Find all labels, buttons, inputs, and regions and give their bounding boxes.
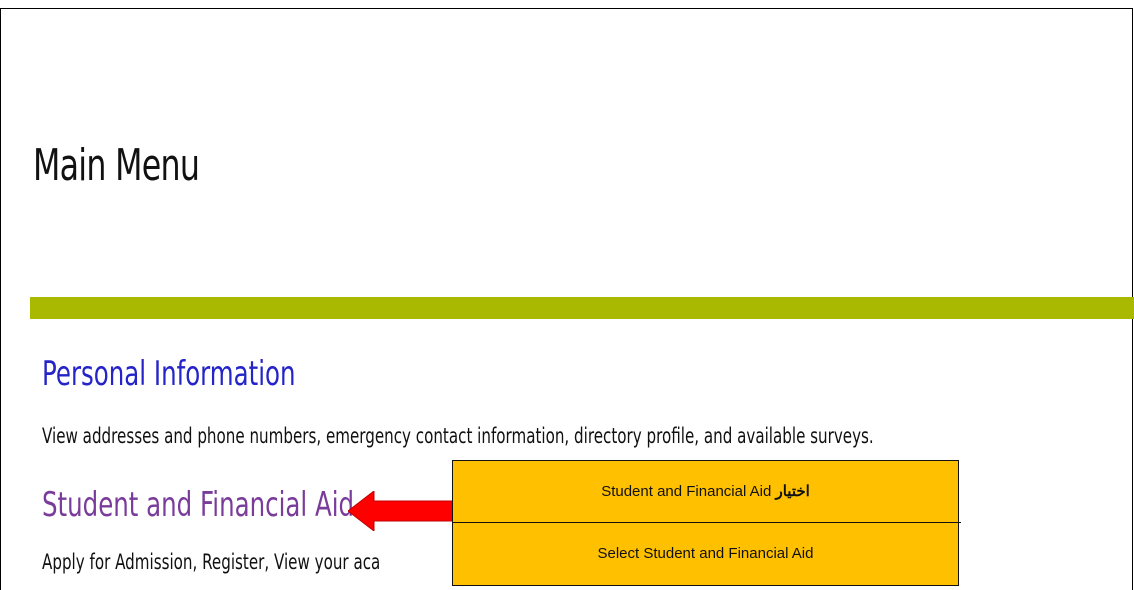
- menu-description-student-financial-aid: Apply for Admission, Register, View your…: [42, 550, 381, 574]
- callout-english-fragment: Student and Financial Aid: [601, 483, 772, 500]
- page-title: Main Menu: [33, 140, 200, 191]
- left-arrow-icon: [348, 491, 454, 531]
- menu-link-student-financial-aid[interactable]: Student and Financial Aid: [42, 485, 354, 525]
- menu-description-personal-information: View addresses and phone numbers, emerge…: [42, 424, 874, 448]
- menu-link-personal-information[interactable]: Personal Information: [42, 354, 296, 394]
- callout-arabic-instruction: Student and Financial Aid اختيار: [453, 461, 958, 522]
- header-divider-bar: [30, 297, 1134, 319]
- callout-english-instruction: Select Student and Financial Aid: [597, 545, 814, 562]
- instruction-callout: Student and Financial Aid اختيار Select …: [452, 460, 961, 586]
- callout-arabic-word: اختيار: [775, 483, 810, 500]
